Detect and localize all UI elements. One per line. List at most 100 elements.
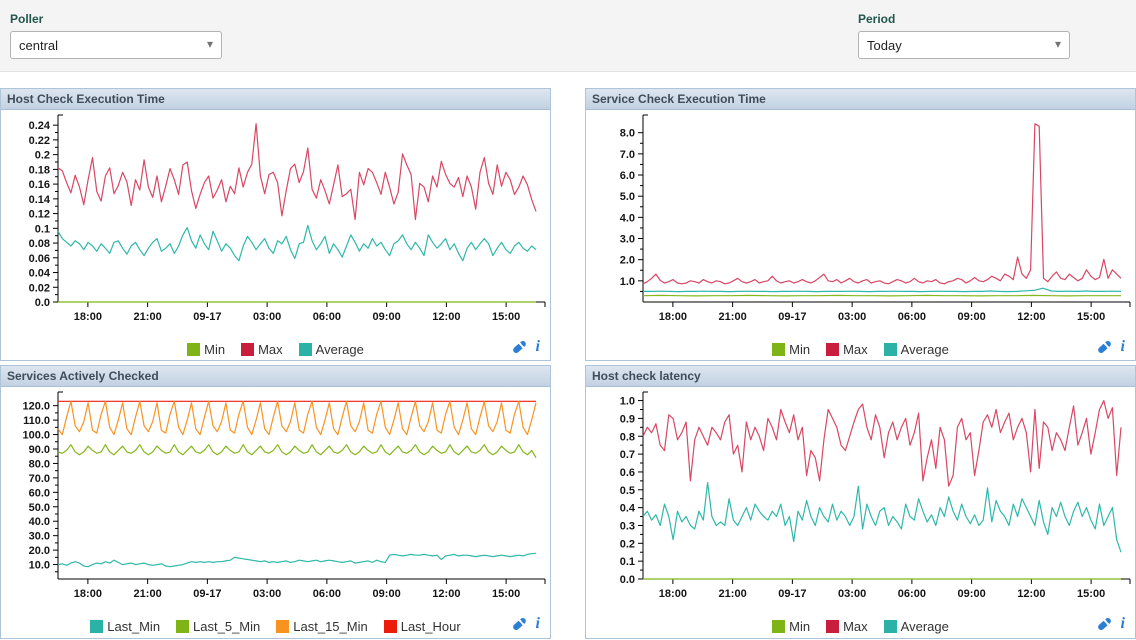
svg-text:21:00: 21:00 [719,311,747,323]
legend-item-max: Max [241,342,283,357]
svg-text:12:00: 12:00 [432,588,460,600]
svg-text:12:00: 12:00 [1017,311,1045,323]
legend-item-average: Average [299,342,364,357]
svg-text:0.0: 0.0 [620,574,635,586]
svg-text:18:00: 18:00 [659,588,687,600]
legend-swatch [299,343,312,356]
period-select[interactable]: Today [858,31,1070,59]
panel-host-check-execution-time: Host Check Execution Time 0.240.220.20.1… [0,88,551,361]
svg-text:03:00: 03:00 [838,588,866,600]
svg-text:4.0: 4.0 [620,212,635,224]
series-min [643,295,1121,296]
svg-text:60.0: 60.0 [29,487,50,499]
svg-text:0.18: 0.18 [29,164,50,176]
panel-service-check-execution-time: Service Check Execution Time 8.07.06.05.… [585,88,1136,361]
svg-text:0.2: 0.2 [35,150,50,162]
svg-text:06:00: 06:00 [898,588,926,600]
series-average [58,225,536,260]
svg-text:90.0: 90.0 [29,444,50,456]
legend-label: Average [901,619,949,634]
chart-legend: MinMaxAverage [1,342,550,357]
legend-swatch [826,620,839,633]
legend-label: Min [789,619,810,634]
legend-swatch [884,343,897,356]
svg-text:2.0: 2.0 [620,255,635,267]
chart-canvas: 120.0110.0100.090.080.070.060.050.040.03… [1,387,550,607]
period-control: Period Today ▾ [858,12,1070,59]
svg-text:12:00: 12:00 [432,311,460,323]
legend-swatch [384,620,397,633]
svg-text:0.1: 0.1 [35,223,50,235]
svg-text:15:00: 15:00 [1077,588,1105,600]
edit-pencil-icon[interactable] [1096,617,1111,631]
svg-text:03:00: 03:00 [838,311,866,323]
chart-canvas: 1.00.90.80.70.60.50.40.30.20.10.018:0021… [586,387,1135,607]
legend-label: Last_Min [107,619,160,634]
svg-text:3.0: 3.0 [620,234,635,246]
svg-text:7.0: 7.0 [620,149,635,161]
legend-swatch [884,620,897,633]
legend-label: Last_15_Min [293,619,367,634]
svg-text:10.0: 10.0 [29,560,50,572]
legend-item-min: Min [772,342,810,357]
svg-text:0.16: 0.16 [29,179,50,191]
svg-text:06:00: 06:00 [898,311,926,323]
legend-label: Average [316,342,364,357]
info-icon[interactable]: i [536,340,540,354]
svg-text:21:00: 21:00 [719,588,747,600]
info-icon[interactable]: i [1121,617,1125,631]
svg-text:30.0: 30.0 [29,531,50,543]
legend-item-min: Min [772,619,810,634]
svg-text:18:00: 18:00 [659,311,687,323]
svg-text:09-17: 09-17 [193,311,221,323]
period-label: Period [858,12,1070,26]
svg-text:0.1: 0.1 [620,556,635,568]
legend-swatch [241,343,254,356]
svg-text:50.0: 50.0 [29,502,50,514]
edit-pencil-icon[interactable] [511,340,526,354]
chart-body: 1.00.90.80.70.60.50.40.30.20.10.018:0021… [586,387,1135,638]
legend-item-average: Average [884,619,949,634]
legend-swatch [276,620,289,633]
edit-pencil-icon[interactable] [1096,340,1111,354]
legend-label: Max [843,619,868,634]
legend-swatch [772,620,785,633]
chart-body: 0.240.220.20.180.160.140.120.10.080.060.… [1,110,550,361]
info-icon[interactable]: i [1121,340,1125,354]
svg-text:18:00: 18:00 [74,588,102,600]
info-icon[interactable]: i [536,617,540,631]
svg-text:0.9: 0.9 [620,413,635,425]
svg-text:5.0: 5.0 [620,191,635,203]
svg-text:0.02: 0.02 [29,282,50,294]
legend-item-average: Average [884,342,949,357]
legend-item-last-min: Last_Min [90,619,160,634]
svg-text:120.0: 120.0 [22,401,50,413]
chart-canvas: 8.07.06.05.04.03.02.01.018:0021:0009-170… [586,110,1135,330]
svg-text:1.0: 1.0 [620,276,635,288]
legend-item-max: Max [826,342,868,357]
svg-text:0.4: 0.4 [620,503,636,515]
legend-label: Min [789,342,810,357]
svg-text:0.04: 0.04 [29,268,51,280]
svg-text:18:00: 18:00 [74,311,102,323]
svg-text:0.2: 0.2 [620,538,635,550]
svg-text:06:00: 06:00 [313,311,341,323]
legend-item-last-15-min: Last_15_Min [276,619,367,634]
chart-title: Host check latency [586,366,1135,387]
svg-text:03:00: 03:00 [253,311,281,323]
chart-legend: Min Max Average [586,619,1135,634]
poller-select[interactable]: central [10,31,222,59]
edit-pencil-icon[interactable] [511,617,526,631]
series-max [58,124,536,220]
svg-text:0.22: 0.22 [29,135,50,147]
panel-host-check-latency: Host check latency 1.00.90.80.70.60.50.4… [585,365,1136,639]
svg-text:0.06: 0.06 [29,253,50,265]
svg-text:15:00: 15:00 [1077,311,1105,323]
svg-text:6.0: 6.0 [620,170,635,182]
svg-text:09:00: 09:00 [373,311,401,323]
legend-label: Max [843,342,868,357]
series-average [643,288,1121,291]
svg-text:1.0: 1.0 [620,396,635,408]
legend-label: Last_Hour [401,619,461,634]
poller-label: Poller [10,12,222,26]
